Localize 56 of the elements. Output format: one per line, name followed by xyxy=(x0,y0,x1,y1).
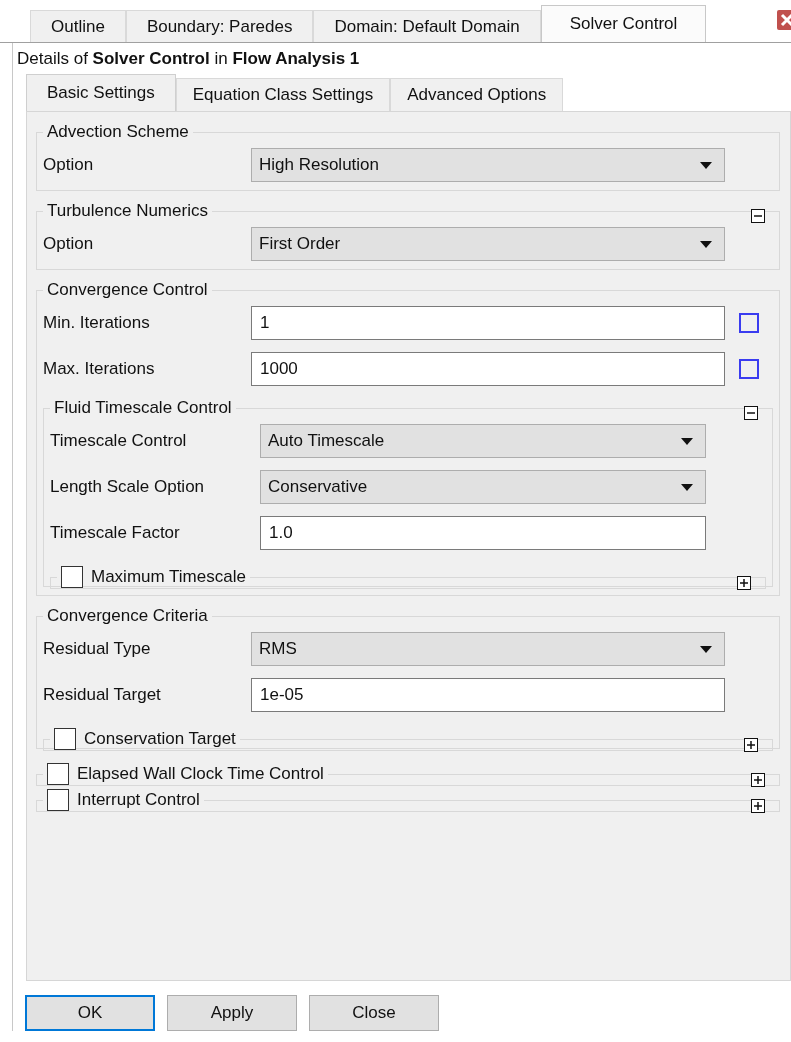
expression-toggle[interactable] xyxy=(739,313,759,333)
caret-icon xyxy=(700,161,712,169)
caret-icon xyxy=(681,437,693,445)
dropdown[interactable]: Conservative xyxy=(260,470,706,504)
expand-icon[interactable] xyxy=(744,738,758,752)
tab[interactable]: Solver Control xyxy=(540,5,707,42)
group-title: Convergence Criteria xyxy=(47,606,208,626)
tab[interactable]: Basic Settings xyxy=(26,74,176,111)
dropdown[interactable]: Auto Timescale xyxy=(260,424,706,458)
tab[interactable]: Domain: Default Domain xyxy=(313,10,541,42)
expand-icon[interactable] xyxy=(737,576,751,590)
caret-icon xyxy=(700,240,712,248)
field-label: Min. Iterations xyxy=(43,313,151,333)
collapse-icon[interactable] xyxy=(751,209,765,223)
caret-icon xyxy=(681,483,693,491)
field-label: Residual Type xyxy=(43,639,152,659)
field-label: Option xyxy=(43,155,95,175)
group-title: Fluid Timescale Control xyxy=(54,398,232,418)
tab[interactable]: Boundary: Paredes xyxy=(125,10,314,42)
collapse-icon[interactable] xyxy=(744,406,758,420)
group-title: Maximum Timescale xyxy=(91,567,246,587)
details-heading: Details of Solver Control in Flow Analysis 1 xyxy=(17,49,361,69)
expand-icon[interactable] xyxy=(751,773,765,787)
checkbox[interactable] xyxy=(61,566,83,588)
tab[interactable]: Advanced Options xyxy=(390,78,564,111)
field-label: Max. Iterations xyxy=(43,359,156,379)
tab[interactable]: Outline xyxy=(30,10,126,42)
checkbox[interactable] xyxy=(47,789,69,811)
dropdown[interactable]: First Order xyxy=(251,227,725,261)
field-label: Length Scale Option xyxy=(50,477,206,497)
input-field[interactable]: 1e-05 xyxy=(251,678,725,712)
field-label: Timescale Factor xyxy=(50,523,181,543)
tab[interactable]: Equation Class Settings xyxy=(175,78,391,111)
group-title: Interrupt Control xyxy=(77,790,200,810)
expression-toggle[interactable] xyxy=(739,359,759,379)
input-field[interactable]: 1000 xyxy=(251,352,725,386)
group-title: Turbulence Numerics xyxy=(47,201,208,221)
field-label: Option xyxy=(43,234,95,254)
group-title: Elapsed Wall Clock Time Control xyxy=(77,764,324,784)
dialog-button[interactable]: OK xyxy=(25,995,155,1031)
group-title: Conservation Target xyxy=(84,729,236,749)
dropdown[interactable]: High Resolution xyxy=(251,148,725,182)
field-label: Residual Target xyxy=(43,685,162,705)
checkbox[interactable] xyxy=(47,763,69,785)
close-icon[interactable] xyxy=(777,10,791,30)
input-field[interactable]: 1.0 xyxy=(260,516,706,550)
group-title: Advection Scheme xyxy=(47,122,189,142)
input-field[interactable]: 1 xyxy=(251,306,725,340)
dialog-button[interactable]: Close xyxy=(309,995,439,1031)
checkbox[interactable] xyxy=(54,728,76,750)
dropdown[interactable]: RMS xyxy=(251,632,725,666)
dialog-button[interactable]: Apply xyxy=(167,995,297,1031)
caret-icon xyxy=(700,645,712,653)
expand-icon[interactable] xyxy=(751,799,765,813)
group-title: Convergence Control xyxy=(47,280,208,300)
field-label: Timescale Control xyxy=(50,431,188,451)
